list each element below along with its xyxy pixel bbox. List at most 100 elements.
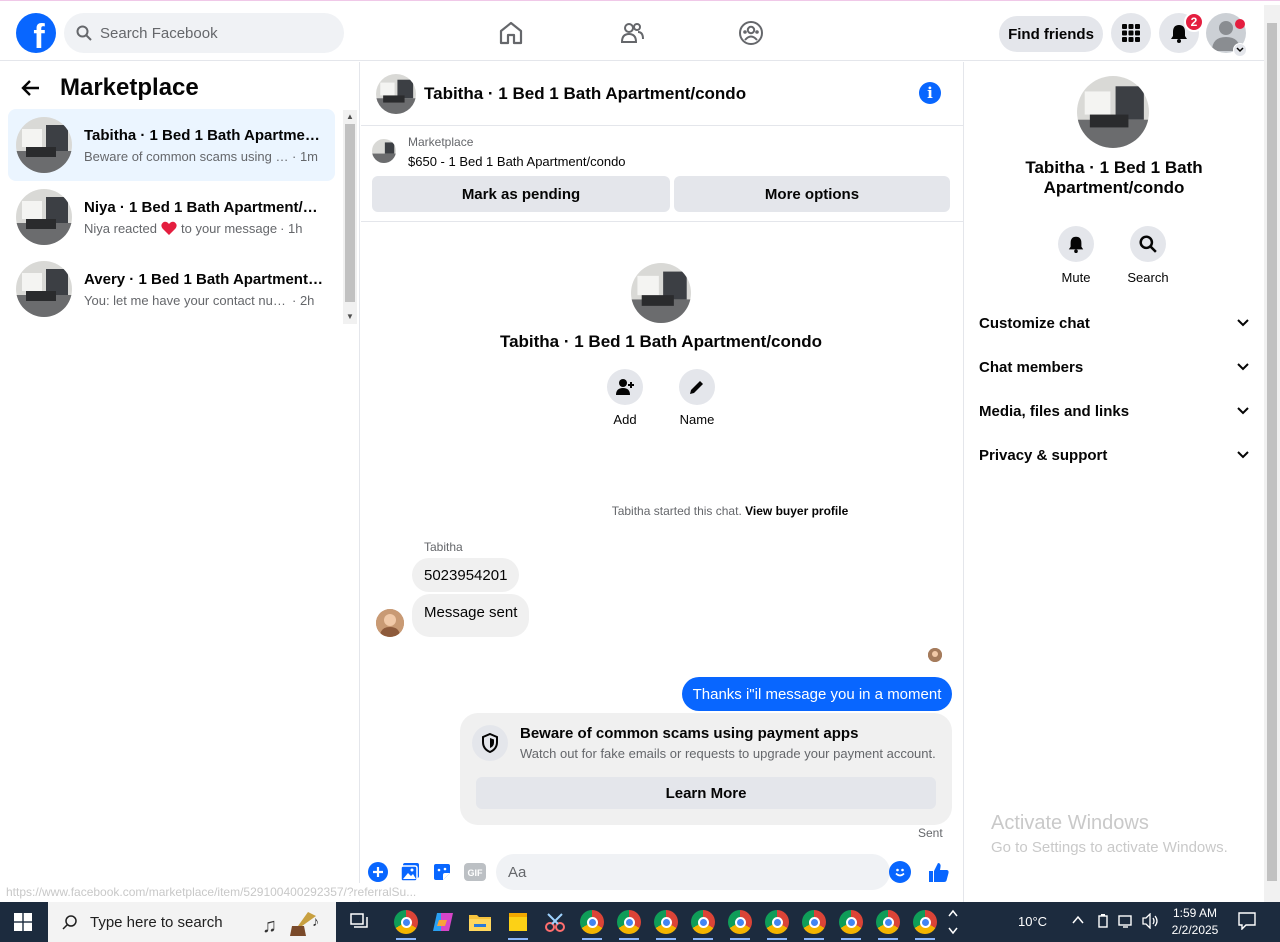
page-scrollbar-thumb[interactable] [1267,23,1277,881]
music-notes-icon: ♫ ♪ [262,912,319,937]
details-profile-image[interactable] [1077,76,1149,148]
chrome-profile-icon[interactable] [909,906,941,940]
chrome-app-icon[interactable] [390,906,422,940]
taskbar-search[interactable]: ♫♪ [48,902,336,942]
file-explorer-icon[interactable] [464,906,496,938]
emoji-icon[interactable] [889,861,911,883]
taskbar-search-input[interactable] [90,913,240,931]
network-icon[interactable] [1118,913,1136,932]
sender-name: Tabitha [424,540,463,554]
task-view-icon[interactable] [344,906,376,938]
info-icon[interactable]: i [919,82,941,104]
chat-profile-image[interactable] [631,263,691,323]
volume-icon[interactable] [1142,912,1160,932]
svg-text:♪: ♪ [312,913,319,929]
conversation-sidebar: Marketplace Tabitha · 1 Bed 1 Bath Apart… [0,62,360,902]
notification-center-icon[interactable] [1238,912,1256,933]
sidebar-title: Marketplace [60,74,199,101]
like-thumb-icon[interactable] [928,861,950,883]
conversation-item-tabitha[interactable]: Tabitha · 1 Bed 1 Bath Apartment/condo B… [8,109,335,181]
account-alert-dot [1235,19,1245,29]
conversation-preview: Niya reacted [84,220,157,236]
scroll-down-arrow[interactable]: ▼ [345,312,355,322]
listing-banner: Marketplace $650 - 1 Bed 1 Bath Apartmen… [361,126,963,222]
search-in-chat-button[interactable]: Search [1118,226,1178,285]
add-people-button[interactable]: Add [595,369,655,427]
conversation-time: · 2h [292,292,315,308]
friends-icon[interactable] [612,13,652,53]
photo-icon[interactable] [399,861,421,883]
taskbar-overflow-arrows[interactable] [946,906,960,938]
watermark-subtitle: Go to Settings to activate Windows. [991,839,1228,856]
link-status-url: https://www.facebook.com/marketplace/ite… [0,883,423,901]
snipping-tool-icon[interactable] [539,906,571,938]
plus-icon[interactable] [367,861,389,883]
view-buyer-profile-link[interactable]: View buyer profile [745,504,848,518]
more-options-button[interactable]: More options [674,176,950,212]
conversation-item-avery[interactable]: Avery · 1 Bed 1 Bath Apartment/condo You… [8,253,335,325]
conversation-item-niya[interactable]: Niya · 1 Bed 1 Bath Apartment/condo Niya… [8,181,335,253]
chrome-profile-icon[interactable] [724,906,756,940]
customize-chat-section[interactable]: Customize chat [979,301,1249,345]
chat-profile-name: Tabitha · 1 Bed 1 Bath Apartment/condo [499,332,823,351]
mute-button[interactable]: Mute [1046,226,1106,285]
chevron-down-icon [1237,451,1249,459]
message-input[interactable] [508,863,868,881]
facebook-logo[interactable]: f [16,13,56,53]
learn-more-button[interactable]: Learn More [476,777,936,809]
incoming-message[interactable]: 5023954201 [412,558,520,592]
chrome-profile-icon[interactable] [613,906,645,940]
sticky-notes-icon[interactable] [502,906,534,940]
search-input[interactable] [100,24,320,42]
outgoing-message[interactable]: Thanks i"il message you in a moment [682,677,952,711]
copilot-app-icon[interactable] [427,906,459,938]
chevron-up-icon[interactable] [1071,913,1085,930]
listing-thumbnail[interactable] [372,139,396,163]
sidebar-scrollbar[interactable]: ▲ ▼ [343,110,357,324]
section-label: Chat members [979,358,1084,376]
name-chat-button[interactable]: Name [667,369,727,427]
incoming-message[interactable]: Message sent [412,594,530,637]
back-arrow-icon[interactable] [20,77,42,99]
sticker-icon[interactable] [431,861,453,883]
scrollbar-thumb[interactable] [345,124,355,302]
chrome-profile-icon[interactable] [798,906,830,940]
chrome-profile-icon[interactable] [687,906,719,940]
chrome-profile-icon[interactable] [761,906,793,940]
chevron-down-icon [1237,319,1249,327]
listing-thumbnail [16,261,72,317]
gif-icon[interactable]: GIF [463,861,487,883]
mark-as-pending-button[interactable]: Mark as pending [372,176,670,212]
menu-grid-icon[interactable] [1111,13,1151,53]
groups-icon[interactable] [731,13,771,53]
conversation-title: Avery · 1 Bed 1 Bath Apartment/condo [84,270,324,288]
search-box[interactable] [64,13,344,53]
chat-header-thumbnail[interactable] [376,73,416,114]
chevron-down-icon[interactable] [1233,43,1247,57]
chrome-profile-icon[interactable] [872,906,904,940]
battery-icon[interactable] [1096,913,1110,932]
seen-indicator-avatar [928,648,942,662]
listing-price[interactable]: $650 - 1 Bed 1 Bath Apartment/condo [408,154,626,169]
chrome-profile-icon[interactable] [835,906,867,940]
sender-avatar[interactable] [376,609,404,637]
chrome-profile-icon[interactable] [576,906,608,940]
message-input-box[interactable] [496,854,890,890]
chat-members-section[interactable]: Chat members [979,345,1249,389]
search-icon [76,25,92,41]
find-friends-button[interactable]: Find friends [999,16,1103,52]
chrome-profile-icon[interactable] [650,906,682,940]
clock[interactable]: 1:59 AM 2/2/2025 [1168,905,1222,939]
heart-icon [161,221,177,235]
media-files-links-section[interactable]: Media, files and links [979,389,1249,433]
privacy-support-section[interactable]: Privacy & support [979,433,1249,477]
scroll-up-arrow[interactable]: ▲ [345,112,355,122]
page-scrollbar[interactable] [1264,5,1280,902]
chevron-down-icon [1237,407,1249,415]
weather-temperature[interactable]: 10°C [1018,914,1047,929]
home-icon[interactable] [491,13,531,53]
search-icon [1139,235,1157,253]
chat-title[interactable]: Tabitha · 1 Bed 1 Bath Apartment/condo [424,84,746,104]
shield-icon [472,725,508,761]
windows-start-icon[interactable] [14,913,32,931]
